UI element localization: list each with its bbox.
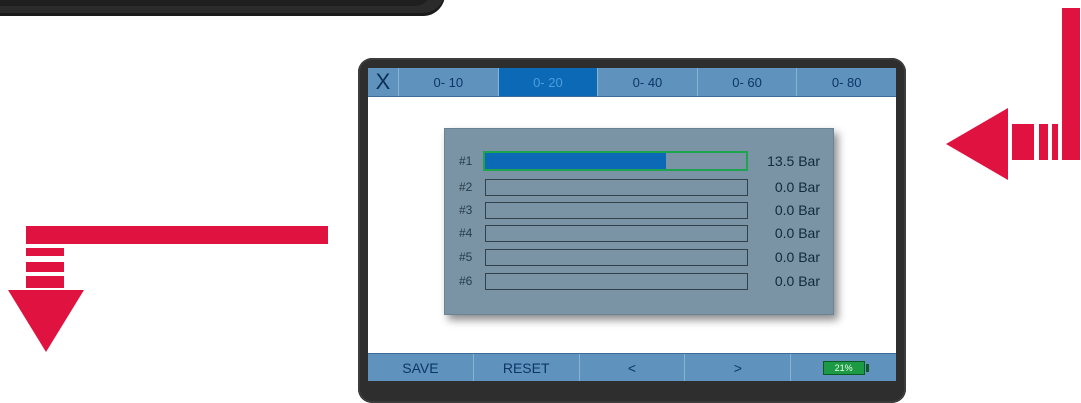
right-arrow-bar	[1062, 8, 1080, 160]
tab-range-0-40[interactable]: 0- 40	[597, 68, 697, 96]
pressure-bar-fill	[485, 153, 667, 169]
pressure-bar	[485, 179, 748, 196]
battery-icon: 21%	[822, 361, 869, 375]
tab-range-0-10[interactable]: 0- 10	[398, 68, 498, 96]
bottom-toolbar: SAVE RESET < > 21%	[368, 353, 896, 381]
channel-row[interactable]: #5 0.0 Bar	[445, 248, 833, 268]
channel-label: #1	[459, 154, 473, 168]
pressure-bar	[485, 273, 748, 290]
channel-row[interactable]: #1 13.5 Bar	[445, 151, 833, 172]
channel-label: #2	[459, 180, 473, 194]
close-button[interactable]: X	[368, 68, 398, 96]
pressure-value: 0.0 Bar	[774, 273, 820, 289]
tab-range-0-20[interactable]: 0- 20	[497, 68, 598, 96]
pressure-panel: #1 13.5 Bar #2 0.0 Bar #3 0.0 Bar #4 0.0…	[444, 128, 834, 315]
device-frame: X 0- 10 0- 20 0- 40 0- 60 0- 80 #1 13.5 …	[358, 58, 906, 403]
left-arrow-bar	[26, 226, 328, 244]
channel-label: #6	[459, 274, 473, 288]
channel-row[interactable]: #3 0.0 Bar	[445, 201, 833, 221]
pressure-value: 0.0 Bar	[774, 179, 820, 195]
device-top-edge	[0, 0, 445, 16]
left-arrow-icon	[946, 108, 1008, 180]
pressure-value: 0.0 Bar	[774, 249, 820, 265]
channel-row[interactable]: #2 0.0 Bar	[445, 178, 833, 198]
left-arrow-stripe	[26, 248, 64, 256]
tab-range-0-80[interactable]: 0- 80	[796, 68, 896, 96]
pressure-bar	[485, 225, 748, 242]
pressure-bar	[485, 202, 748, 219]
channel-label: #3	[459, 203, 473, 217]
channel-label: #5	[459, 250, 473, 264]
right-arrow-stripe	[1039, 124, 1048, 160]
right-arrow-stripe	[1052, 124, 1058, 160]
pressure-bar	[485, 249, 748, 266]
left-arrow-stripe	[26, 276, 64, 288]
next-button[interactable]: >	[684, 354, 790, 381]
device-screen: X 0- 10 0- 20 0- 40 0- 60 0- 80 #1 13.5 …	[368, 68, 896, 381]
down-arrow-icon	[8, 290, 84, 352]
right-arrow-stripe	[1012, 124, 1034, 160]
range-tab-bar: X 0- 10 0- 20 0- 40 0- 60 0- 80	[368, 68, 896, 97]
channel-row[interactable]: #6 0.0 Bar	[445, 272, 833, 292]
previous-button[interactable]: <	[578, 354, 685, 381]
pressure-value: 13.5 Bar	[767, 153, 820, 169]
left-arrow-stripe	[26, 262, 64, 272]
tab-range-0-60[interactable]: 0- 60	[696, 68, 797, 96]
battery-cell: 21%	[790, 354, 896, 381]
reset-button[interactable]: RESET	[472, 354, 579, 381]
pressure-value: 0.0 Bar	[774, 225, 820, 241]
channel-label: #4	[459, 226, 473, 240]
battery-percent: 21%	[834, 363, 853, 373]
channel-row[interactable]: #4 0.0 Bar	[445, 224, 833, 244]
pressure-bar	[483, 151, 748, 171]
pressure-value: 0.0 Bar	[774, 202, 820, 218]
save-button[interactable]: SAVE	[368, 354, 473, 381]
